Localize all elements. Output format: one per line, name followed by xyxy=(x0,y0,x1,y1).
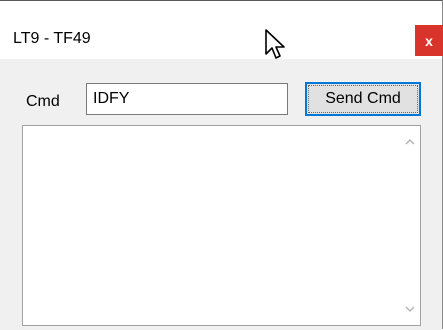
output-textarea[interactable] xyxy=(22,125,421,326)
chevron-down-icon[interactable] xyxy=(402,301,418,317)
client-area: Cmd Send Cmd xyxy=(0,59,442,330)
close-button[interactable]: x xyxy=(415,25,443,56)
chevron-up-icon[interactable] xyxy=(402,134,418,150)
app-window: LT9 - TF49 x Cmd Send Cmd xyxy=(0,0,443,330)
cmd-input[interactable] xyxy=(86,83,288,115)
title-bar[interactable]: LT9 - TF49 x xyxy=(0,1,443,59)
cmd-label: Cmd xyxy=(26,93,60,110)
mouse-pointer-icon xyxy=(264,28,288,64)
window-title: LT9 - TF49 xyxy=(13,30,91,47)
close-icon: x xyxy=(425,32,433,49)
send-cmd-label: Send Cmd xyxy=(308,85,418,113)
send-cmd-button[interactable]: Send Cmd xyxy=(305,82,421,116)
